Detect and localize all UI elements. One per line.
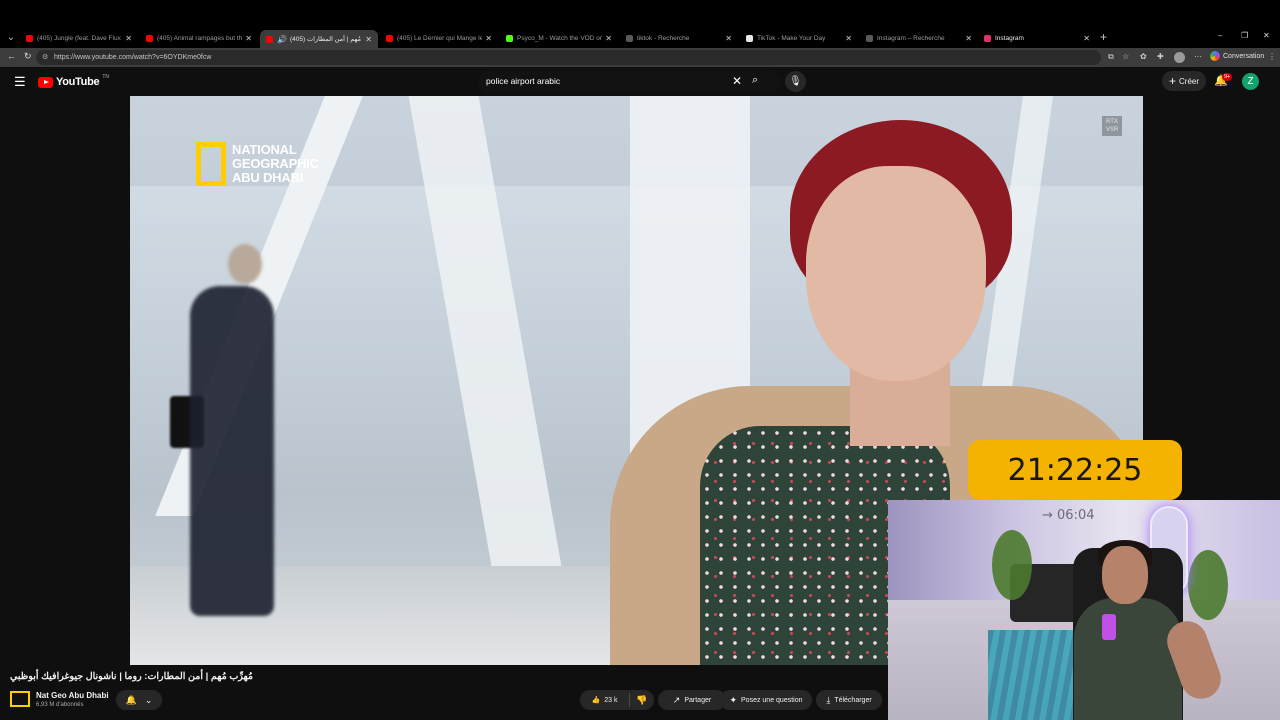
new-tab-icon[interactable]: + (1100, 30, 1107, 44)
channel-avatar[interactable] (10, 691, 30, 707)
plant (992, 530, 1032, 600)
like-count: 23 k (604, 696, 618, 704)
webcam-overlay: → 06:04 (888, 500, 1280, 720)
walking-man-head (228, 244, 262, 284)
video-title: مُهرِّب مُهم | أمن المطارات: روما | ناشو… (10, 671, 253, 682)
close-window-icon[interactable]: ✕ (1263, 31, 1270, 40)
youtube-logo[interactable]: YouTube TN (38, 74, 109, 88)
kick-favicon-icon (506, 35, 513, 42)
close-tab-icon[interactable]: ✕ (725, 34, 732, 43)
nat-geo-frame-icon (196, 142, 226, 186)
plant (1188, 550, 1228, 620)
install-app-icon[interactable]: ⧉ (1108, 52, 1114, 62)
webcam-timer: → 06:04 (1042, 508, 1095, 523)
youtube-favicon-icon (146, 35, 153, 42)
notifications-badge: 9+ (1222, 73, 1233, 81)
search-input[interactable]: police airport arabic (486, 76, 560, 86)
bell-icon: 🔔 (125, 694, 137, 705)
youtube-play-icon (38, 76, 53, 88)
youtube-favicon-icon (26, 35, 33, 42)
conversation-button[interactable]: Conversation (1210, 51, 1264, 61)
nat-geo-watermark: National Geographic Abu Dhabi (196, 142, 319, 186)
minimize-icon[interactable]: – (1218, 31, 1222, 40)
download-icon: ⤓ (826, 694, 831, 705)
subscription-notify-button[interactable]: 🔔 ⌄ (116, 690, 162, 710)
close-tab-icon[interactable]: ✕ (245, 34, 252, 43)
menu-dots-icon[interactable]: ⋯ (1194, 52, 1202, 61)
copilot-icon (1210, 51, 1220, 61)
extensions-puzzle-icon[interactable]: ✚ (1157, 52, 1164, 61)
search-icon[interactable]: ⌕ (752, 74, 758, 87)
profile-icon[interactable] (1174, 52, 1185, 63)
maximize-icon[interactable]: ❐ (1241, 31, 1248, 40)
instagram-favicon-icon (984, 35, 991, 42)
plus-icon: + (1168, 74, 1176, 88)
like-button[interactable]: 👍 23 k (580, 693, 630, 707)
tab-instagram-search[interactable]: Instagram – Recherche ✕ (860, 30, 978, 47)
tab-tiktok-search[interactable]: tiktok - Recherche ✕ (620, 30, 738, 47)
close-tab-icon[interactable]: ✕ (365, 35, 372, 44)
woman-face (806, 166, 986, 381)
subscriber-count: 6,93 M d'abonnés (36, 702, 84, 708)
youtube-favicon-icon (386, 35, 393, 42)
tab-airport-security[interactable]: 🔊 (405) مُهرِّب مُهم | أمن المطارات ✕ (260, 30, 378, 48)
share-icon: ↗ (672, 694, 681, 705)
close-tab-icon[interactable]: ✕ (125, 34, 132, 43)
youtube-favicon-icon (266, 35, 273, 43)
speaker-icon[interactable]: 🔊 (277, 35, 287, 44)
thumbs-down-icon: 👎 (636, 694, 648, 705)
thumbs-up-icon: 👍 (591, 697, 601, 704)
sidebar-toggle-icon[interactable]: ⋮ (1268, 52, 1276, 61)
channel-name[interactable]: Nat Geo Abu Dhabi (36, 691, 109, 700)
bookmark-star-icon[interactable]: ☆ (1122, 52, 1129, 61)
rtx-vsr-badge: RTX VSR (1102, 116, 1122, 136)
streamer (1074, 598, 1182, 720)
site-info-icon[interactable]: ⚙ (42, 50, 48, 65)
close-tab-icon[interactable]: ✕ (485, 34, 492, 43)
streamer-head (1102, 546, 1148, 604)
tab-search-button[interactable]: ⌄ (4, 30, 18, 46)
hamburger-menu-icon[interactable]: ☰ (14, 74, 26, 90)
search-box[interactable]: police airport arabic ✕ ⌕ (478, 71, 780, 92)
close-tab-icon[interactable]: ✕ (845, 34, 852, 43)
like-dislike-group: 👍 23 k 👎 (580, 690, 654, 710)
walking-man (190, 286, 274, 616)
tab-le-dernier[interactable]: (405) Le Dernier qui Mange le Pin ✕ (380, 30, 498, 47)
extension-icon[interactable]: ✿ (1140, 52, 1147, 61)
back-icon[interactable]: ← (7, 51, 16, 61)
dislike-button[interactable]: 👎 (630, 695, 654, 706)
reload-icon[interactable]: ↻ (24, 51, 32, 62)
ask-question-button[interactable]: ✦ Posez une question (720, 690, 812, 710)
chevron-down-icon: ⌄ (144, 694, 153, 705)
tiktok-favicon-icon (746, 35, 753, 42)
microphone-icon[interactable]: 🎙 (785, 71, 806, 92)
tab-animal-rampages[interactable]: (405) Animal rampages but they g ✕ (140, 30, 258, 47)
url-text: https://www.youtube.com/watch?v=6OYDKme0… (54, 54, 212, 61)
sparkle-icon: ✦ (729, 694, 738, 705)
microphone (1102, 614, 1116, 640)
close-tab-icon[interactable]: ✕ (965, 34, 972, 43)
share-button[interactable]: ↗ Partager (658, 690, 726, 710)
globe-favicon-icon (626, 35, 633, 42)
account-avatar[interactable]: Z (1242, 73, 1259, 90)
create-button[interactable]: + Créer (1162, 71, 1206, 91)
close-tab-icon[interactable]: ✕ (605, 34, 612, 43)
address-bar[interactable]: ⚙ https://www.youtube.com/watch?v=6OYDKm… (36, 50, 1101, 65)
tab-kick-vod[interactable]: Psyco_M - Watch the VOD on Kick ✕ (500, 30, 618, 47)
tab-tiktok[interactable]: TikTok - Make Your Day ✕ (740, 30, 858, 47)
tab-instagram[interactable]: Instagram ✕ (978, 30, 1096, 47)
stream-clock: 21:22:25 (968, 440, 1182, 500)
download-button[interactable]: ⤓ Télécharger (816, 690, 882, 710)
close-tab-icon[interactable]: ✕ (1083, 34, 1090, 43)
globe-favicon-icon (866, 35, 873, 42)
clear-search-icon[interactable]: ✕ (732, 74, 742, 88)
tab-jungle[interactable]: (405) Jungle (feat. Dave Flux & Sir ✕ (20, 30, 138, 47)
